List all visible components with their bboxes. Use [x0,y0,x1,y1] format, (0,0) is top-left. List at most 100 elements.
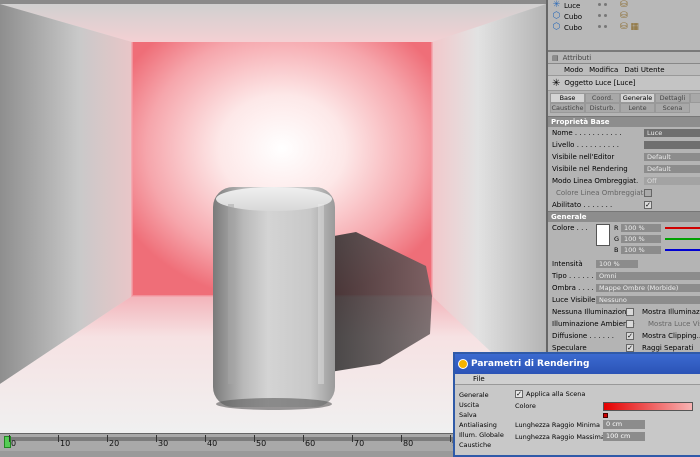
cube-icon: ⬡ [552,22,561,32]
tag-icon[interactable]: ⛁ [620,11,628,21]
name-field[interactable]: Luce [644,129,700,137]
enabled-checkbox[interactable]: ✓ [644,201,652,209]
tab-generale[interactable]: Generale [620,93,655,103]
settings-nav: Generale Uscita Salva Antialiasing Illum… [459,390,509,450]
checkbox[interactable]: ✓ [626,332,634,340]
object-name: Cubo [564,12,583,21]
render-settings-icon [458,359,468,369]
prop-label: Colore . . . [552,224,588,232]
tab-vi[interactable]: Vi [690,93,700,103]
light-icon: ✳ [552,77,561,89]
nav-generale[interactable]: Generale [459,390,509,400]
prop-label: Luce Visibile [552,296,596,304]
render-settings-dialog: Parametri di Rendering File Generale Usc… [453,352,700,457]
color-gradient[interactable] [603,402,693,411]
nav-uscita[interactable]: Uscita [459,400,509,410]
nav-caustiche[interactable]: Caustiche [459,440,509,450]
tab-base[interactable]: Base [550,93,585,103]
gradient-marker[interactable] [603,413,608,418]
channel-g-field[interactable]: 100 % [621,235,661,243]
timeline-label: 70 [354,439,365,448]
prop-shadow: Ombra . . . . . . Mappe Ombre (Morbide) [548,282,700,294]
prop-visible-render: Visibile nel Rendering Default [548,163,700,175]
tab-scena[interactable]: Scena [655,103,690,113]
timeline-tick [303,435,304,442]
menu-dati-utente[interactable]: Dati Utente [624,66,664,74]
check-row: Nessuna Illuminazione Mostra Illuminazi..… [548,306,700,318]
checkbox[interactable] [626,320,634,328]
menu-modifica[interactable]: Modifica [589,66,618,74]
layer-field[interactable] [644,141,700,149]
checkbox[interactable]: ✓ [626,344,634,352]
timeline-tick [205,435,206,442]
min-ray-field[interactable]: 0 cm [603,420,645,429]
menu-modo[interactable]: Modo [564,66,583,74]
tab-row-1: Base Coord. Generale Dettagli Vi [548,93,700,103]
intensity-field[interactable]: 100 % [596,260,638,268]
max-ray-field[interactable]: 100 cm [603,432,645,441]
shade-color-swatch[interactable] [644,189,652,197]
timeline-label: 80 [403,439,414,448]
check-label: Mostra Luce Visib... [648,320,700,328]
tab-coord[interactable]: Coord. [585,93,620,103]
prop-label: Livello . . . . . . . . . . [552,141,619,149]
type-select[interactable]: Omni [596,272,700,280]
tag-icon[interactable]: ⛁ ▦ [620,22,639,32]
visible-render-select[interactable]: Default [644,165,700,173]
tab-lente[interactable]: Lente [620,103,655,113]
prop-label: Visibile nel Rendering [552,165,628,173]
settings-body: ✓ Applica alla Scena Colore Lunghezza Ra… [515,388,700,443]
timeline-tick [107,435,108,442]
shade-mode-select[interactable]: Off [644,177,700,185]
prop-visible-editor: Visibile nell'Editor Default [548,151,700,163]
prop-shade-color: Colore Linea Ombreggiata [548,187,700,199]
max-ray-label: Lunghezza Raggio Massima [515,433,605,441]
max-ray-row: Lunghezza Raggio Massima 100 cm [515,431,700,443]
visible-light-select[interactable]: Nessuno [596,296,700,304]
channel-g-slider[interactable] [665,238,700,240]
prop-label: Colore Linea Ombreggiata [556,189,648,197]
timeline-tick [401,435,402,442]
check-label: Mostra Illuminazi... [642,308,700,316]
dialog-menubar: File [455,374,700,385]
prop-intensity: Intensità 100 % [548,258,700,270]
channel-b-field[interactable]: 100 % [621,246,661,254]
object-row[interactable]: ⬡ Cubo [552,11,583,22]
tab-dettagli[interactable]: Dettagli [655,93,690,103]
timeline-label: 40 [207,439,218,448]
menu-file[interactable]: File [473,375,485,383]
prop-nome: Nome . . . . . . . . . . . Luce [548,127,700,139]
section-base[interactable]: Proprietà Base [548,116,700,127]
timeline-label: 30 [158,439,169,448]
color-row: Colore [515,400,700,419]
channel-r-slider[interactable] [665,227,700,229]
channel-b-slider[interactable] [665,249,700,251]
prop-label: Nome . . . . . . . . . . . [552,129,622,137]
section-generale[interactable]: Generale [548,211,700,222]
check-label: Illuminazione Ambiente [552,320,635,328]
nav-illum-globale[interactable]: Illum. Globale [459,430,509,440]
apply-scene-checkbox[interactable]: ✓ [515,390,523,398]
nav-salva[interactable]: Salva [459,410,509,420]
shadow-select[interactable]: Mappe Ombre (Morbide) [596,284,700,292]
color-swatch[interactable] [596,224,610,246]
tag-icon[interactable]: ⛁ [620,0,628,10]
channel-b-label: B [614,246,619,254]
visibility-dots[interactable] [598,0,612,11]
dialog-title: Parametri di Rendering [471,359,590,369]
object-row[interactable]: ✳ Luce [552,0,581,11]
visibility-dots[interactable] [598,22,612,33]
dialog-titlebar[interactable]: Parametri di Rendering [455,354,700,374]
check-row: Diffusione . . . . . . ✓ Mostra Clipping..… [548,330,700,342]
check-label: Diffusione . . . . . . [552,332,614,340]
channel-r-field[interactable]: 100 % [621,224,661,232]
prop-livello: Livello . . . . . . . . . . [548,139,700,151]
visible-editor-select[interactable]: Default [644,153,700,161]
nav-antialiasing[interactable]: Antialiasing [459,420,509,430]
object-row[interactable]: ⬡ Cubo [552,22,583,33]
checkbox[interactable] [626,308,634,316]
tab-disturb[interactable]: Disturb. [585,103,620,113]
prop-type: Tipo . . . . . . . Omni [548,270,700,282]
visibility-dots[interactable] [598,11,612,22]
tab-caustiche[interactable]: Caustiche [550,103,585,113]
